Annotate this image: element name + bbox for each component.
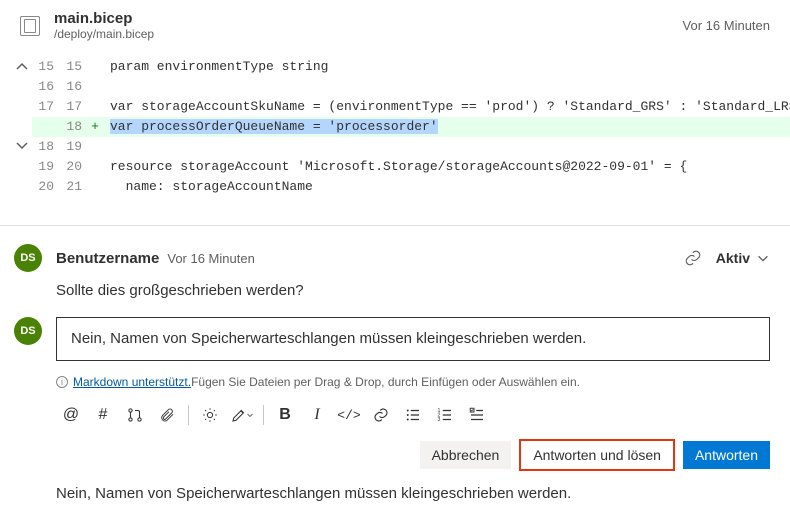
mention-button[interactable]: @: [56, 401, 86, 429]
hash-button[interactable]: #: [88, 401, 118, 429]
link-button[interactable]: [366, 401, 396, 429]
numbered-list-button[interactable]: 123: [430, 401, 460, 429]
markdown-hint-text: Fügen Sie Dateien per Drag & Drop, durch…: [191, 375, 580, 389]
code-line: 2021 name: storageAccountName: [32, 177, 790, 197]
cancel-button[interactable]: Abbrechen: [420, 441, 512, 469]
comment-thread: DS Benutzername Vor 16 Minuten Aktiv Sol…: [0, 226, 790, 299]
markdown-link[interactable]: Markdown unterstützt.: [73, 375, 191, 389]
expand-up-icon[interactable]: [14, 59, 32, 77]
editor-toolbar: @ # B I </> 123: [56, 401, 770, 429]
code-block: 1515param environmentType string16161717…: [32, 57, 790, 215]
bullet-list-button[interactable]: [398, 401, 428, 429]
reply-input[interactable]: Nein, Namen von Speicherwarteschlangen m…: [56, 317, 770, 361]
markdown-hint: i Markdown unterstützt. Fügen Sie Dateie…: [56, 375, 770, 389]
chevron-down-icon[interactable]: [756, 251, 770, 265]
code-line: 1616: [32, 77, 790, 97]
code-button[interactable]: </>: [334, 401, 364, 429]
file-name: main.bicep: [54, 10, 683, 27]
pr-ref-button[interactable]: [120, 401, 150, 429]
info-icon: i: [56, 376, 68, 388]
file-path: /deploy/main.bicep: [54, 27, 683, 41]
link-icon[interactable]: [684, 249, 702, 267]
bulb-button[interactable]: [195, 401, 225, 429]
code-line: 18+var processOrderQueueName = 'processo…: [32, 117, 790, 137]
task-list-button[interactable]: [462, 401, 492, 429]
reply-button[interactable]: Antworten: [683, 441, 770, 469]
file-header: main.bicep /deploy/main.bicep Vor 16 Min…: [0, 0, 790, 51]
code-line: 1515param environmentType string: [32, 57, 790, 77]
highlight-button[interactable]: [227, 401, 257, 429]
footer-note: Nein, Namen von Speicherwarteschlangen m…: [0, 471, 790, 512]
avatar: DS: [14, 244, 42, 272]
attach-button[interactable]: [152, 401, 182, 429]
svg-text:3: 3: [438, 417, 441, 423]
reply-and-resolve-button[interactable]: Antworten und lösen: [519, 439, 675, 471]
code-line: 1819: [32, 137, 790, 157]
file-info: main.bicep /deploy/main.bicep: [54, 10, 683, 41]
avatar: DS: [14, 317, 42, 345]
action-row: Abbrechen Antworten und lösen Antworten: [0, 429, 790, 471]
code-line: 1920resource storageAccount 'Microsoft.S…: [32, 157, 790, 177]
italic-button[interactable]: I: [302, 401, 332, 429]
thread-status[interactable]: Aktiv: [716, 250, 750, 266]
file-timestamp: Vor 16 Minuten: [683, 18, 770, 33]
bold-button[interactable]: B: [270, 401, 300, 429]
diff-viewer: 1515param environmentType string16161717…: [0, 51, 790, 226]
reply-block: DS Nein, Namen von Speicherwarteschlange…: [0, 299, 790, 429]
expand-down-icon[interactable]: [14, 137, 32, 155]
comment-body: Sollte dies großgeschrieben werden?: [56, 282, 770, 299]
file-icon: [20, 16, 40, 36]
code-line: 1717var storageAccountSkuName = (environ…: [32, 97, 790, 117]
comment-time: Vor 16 Minuten: [167, 251, 254, 266]
comment-author: Benutzername: [56, 250, 159, 267]
